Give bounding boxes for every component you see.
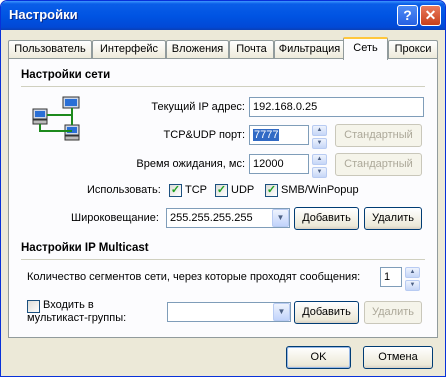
network-computers-icon	[32, 96, 80, 141]
network-panel: Настройки сети Текущий IP адрес: 192.168…	[8, 58, 438, 338]
tab-interface[interactable]: Интерфейс	[92, 40, 166, 59]
segments-up-icon[interactable]: ▲	[405, 267, 420, 278]
tab-filtering[interactable]: Фильтрация	[274, 40, 345, 59]
broadcast-label: Широковещание:	[71, 212, 159, 224]
timeout-spinner[interactable]: ▲ ▼	[312, 154, 327, 178]
tcp-checkbox[interactable]: ✓	[169, 184, 182, 197]
port-default-button[interactable]: Стандартный	[335, 124, 422, 147]
cancel-button[interactable]: Отмена	[363, 346, 433, 369]
network-section-title: Настройки сети	[21, 69, 111, 81]
close-button[interactable]: ✕	[420, 5, 441, 26]
udp-label: UDP	[231, 184, 255, 196]
tab-proxy[interactable]: Прокси	[388, 40, 438, 59]
settings-window: Настройки ? ✕ Пользователь Интерфейс Вло…	[0, 0, 446, 377]
broadcast-add-button[interactable]: Добавить	[294, 207, 359, 230]
timeout-label: Время ожидания, мс:	[136, 158, 245, 170]
segments-field[interactable]: 1	[380, 267, 402, 287]
tab-network[interactable]: Сеть	[343, 37, 388, 60]
segments-spinner[interactable]: ▲ ▼	[405, 267, 420, 291]
timeout-default-button[interactable]: Стандартный	[335, 153, 422, 176]
udp-checkbox[interactable]: ✓	[215, 184, 228, 197]
port-label: TCP&UDP порт:	[163, 129, 245, 141]
tcp-label: TCP	[185, 184, 207, 196]
tab-attachments[interactable]: Вложения	[166, 40, 229, 59]
timeout-up-icon[interactable]: ▲	[312, 154, 327, 165]
port-value: 7777	[253, 129, 280, 141]
multicast-section-divider	[21, 259, 425, 260]
smb-checkbox[interactable]: ✓	[265, 184, 278, 197]
timeout-down-icon[interactable]: ▼	[312, 167, 327, 178]
port-spinner[interactable]: ▲ ▼	[312, 125, 327, 149]
join-label-line2: мультикаст-группы:	[27, 312, 127, 324]
port-field[interactable]: 7777	[249, 125, 309, 145]
tab-mail[interactable]: Почта	[229, 40, 274, 59]
port-down-icon[interactable]: ▼	[312, 138, 327, 149]
group-dropdown-icon[interactable]: ▼	[273, 303, 290, 321]
segments-label: Количество сегментов сети, через которые…	[27, 271, 361, 283]
ip-label: Текущий IP адрес:	[151, 101, 245, 113]
port-up-icon[interactable]: ▲	[312, 125, 327, 136]
help-button[interactable]: ?	[397, 5, 418, 26]
multicast-remove-button[interactable]: Удалить	[364, 301, 422, 324]
ok-button[interactable]: OK	[286, 346, 351, 369]
smb-label: SMB/WinPopup	[281, 184, 359, 196]
timeout-field[interactable]: 12000	[249, 154, 309, 174]
multicast-add-button[interactable]: Добавить	[294, 301, 359, 324]
title-bar[interactable]: Настройки ? ✕	[1, 1, 445, 30]
multicast-section-title: Настройки IP Multicast	[21, 242, 149, 254]
join-label-line1: Входить в	[43, 299, 94, 311]
ip-field[interactable]: 192.168.0.25	[249, 97, 424, 117]
broadcast-remove-button[interactable]: Удалить	[364, 207, 422, 230]
use-label: Использовать:	[87, 184, 161, 196]
segments-down-icon[interactable]: ▼	[405, 280, 420, 291]
network-section-divider	[21, 86, 425, 87]
broadcast-dropdown-icon[interactable]: ▼	[272, 209, 289, 227]
tab-user[interactable]: Пользователь	[8, 40, 92, 59]
window-title: Настройки	[9, 7, 78, 22]
